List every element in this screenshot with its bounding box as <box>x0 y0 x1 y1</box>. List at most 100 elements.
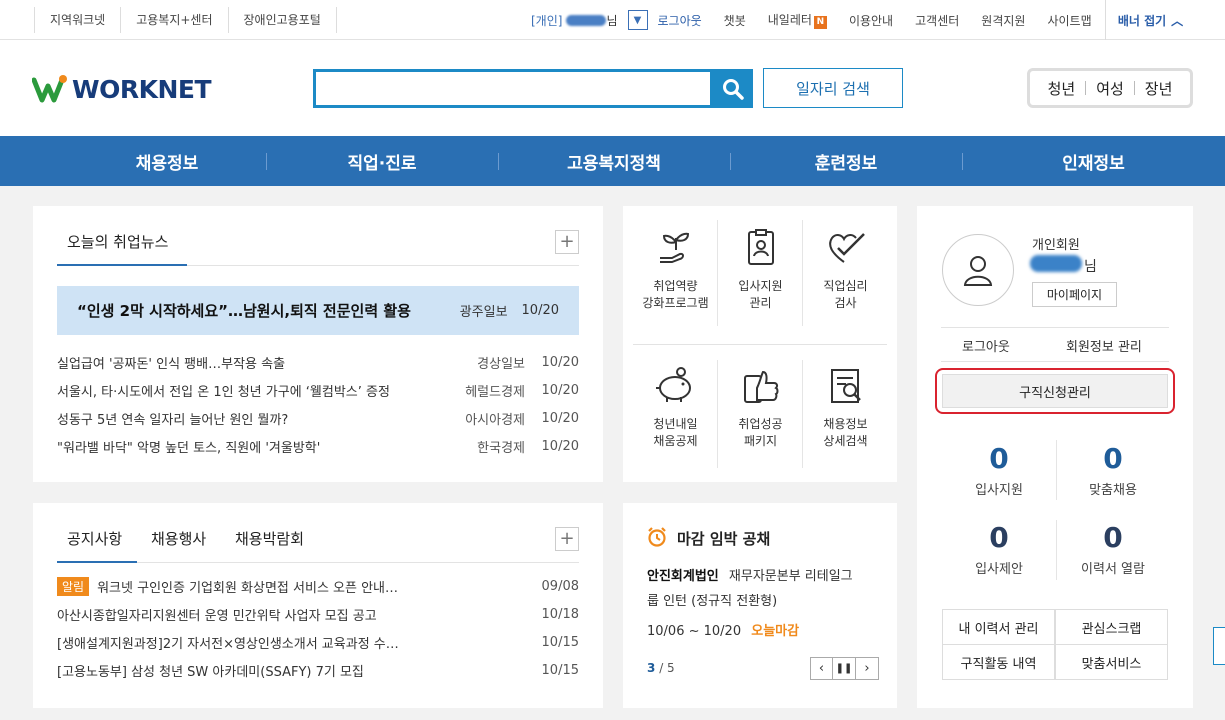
link-sitemap[interactable]: 사이트맵 <box>1047 12 1091 29</box>
link-tomorrow-letter[interactable]: 내일레터 N <box>768 11 827 29</box>
news-item-date: 10/20 <box>541 382 579 398</box>
link-chatbot[interactable]: 챗봇 <box>724 12 746 29</box>
segment-divider <box>1133 81 1135 95</box>
member-info-link[interactable]: 회원정보 관리 <box>1066 336 1142 355</box>
deadline-company: 안진회계법인 <box>647 569 719 584</box>
news-item-source: 경상일보 <box>477 356 525 372</box>
link-disabled-portal[interactable]: 장애인고용포털 <box>227 7 337 33</box>
notice-item-title: 워크넷 구인인증 기업회원 화상면접 서비스 오픈 안내… <box>97 580 399 596</box>
deadline-job-posting[interactable]: 안진회계법인 재무자문본부 리테일그 룹 인턴 (정규직 전환형) <box>647 564 887 614</box>
deadline-desc-line2: 룹 인턴 (정규직 전환형) <box>647 594 778 609</box>
member-suffix: 님 <box>606 13 618 28</box>
banner-fold-button[interactable]: 배너 접기 ︿ <box>1105 0 1195 40</box>
pause-button[interactable]: ❚❚ <box>833 657 856 680</box>
segment-middle-aged[interactable]: 장년 <box>1145 78 1173 99</box>
nav-talent-info[interactable]: 인재정보 <box>962 136 1225 186</box>
deadline-period: 10/06 ~ 10/20 <box>647 624 742 639</box>
divider <box>137 562 579 563</box>
apply-manage-button[interactable]: 구직신청관리 <box>935 368 1175 414</box>
news-title[interactable]: 오늘의 취업뉴스 <box>67 231 168 252</box>
segment-divider <box>1085 81 1087 95</box>
notice-item[interactable]: [생애설계지원과정]2기 자서전×영상인생소개서 교육과정 수… 10/15 <box>57 628 579 656</box>
headline-date: 10/20 <box>521 303 559 318</box>
user-links: [개인] 님 ▼ 로그아웃 챗봇 내일레터 N 이용안내 고객센터 원격지원 사이… <box>531 0 1114 40</box>
prev-button[interactable]: ‹ <box>810 657 833 680</box>
quick-success-package[interactable]: 취업성공 패키지 <box>718 366 803 450</box>
link-guide[interactable]: 이용안내 <box>849 12 893 29</box>
pause-icon: ❚❚ <box>835 663 853 674</box>
headline-source: 광주일보 <box>459 305 508 320</box>
stat-offers-value[interactable]: 0 <box>944 521 1054 554</box>
news-item-source: 아시아경제 <box>465 412 525 428</box>
link-logout[interactable]: 로그아웃 <box>658 12 702 29</box>
logo-mark-icon <box>32 75 67 103</box>
news-item[interactable]: 성동구 5년 연속 일자리 늘어난 원인 뭘까? 아시아경제 10/20 <box>57 404 579 432</box>
logo-text: WORKNET <box>72 74 212 104</box>
deadline-title: 마감 임박 공채 <box>677 530 771 548</box>
notice-item-date: 10/18 <box>541 606 579 622</box>
link-remote-support[interactable]: 원격지원 <box>981 12 1025 29</box>
segment-youth[interactable]: 청년 <box>1048 78 1076 99</box>
deadline-period-row: 10/06 ~ 10/20 오늘마감 <box>647 620 799 639</box>
divider <box>633 344 887 345</box>
divider <box>941 361 1169 362</box>
quick-detailed-search[interactable]: 채용정보 상세검색 <box>803 366 888 450</box>
deadline-status: 오늘마감 <box>751 624 800 639</box>
custom-service-button[interactable]: 맞춤서비스 <box>1055 644 1168 680</box>
news-more-button[interactable]: + <box>555 230 579 254</box>
notice-more-button[interactable]: + <box>555 527 579 551</box>
scrap-button[interactable]: 관심스크랩 <box>1055 609 1168 645</box>
notice-item[interactable]: 아산시종합일자리지원센터 운영 민간위탁 사업자 모집 공고 10/18 <box>57 600 579 628</box>
worknet-logo[interactable]: WORKNET <box>32 70 212 108</box>
notice-item[interactable]: [고용노동부] 삼성 청년 SW 아카데미(SSAFY) 7기 모집 10/15 <box>57 656 579 684</box>
news-item-title: 성동구 5년 연속 일자리 늘어난 원인 뭘까? <box>57 412 289 428</box>
notice-item-title: [생애설계지원과정]2기 자서전×영상인생소개서 교육과정 수… <box>57 636 399 652</box>
link-regional-worknet[interactable]: 지역워크넷 <box>34 7 120 33</box>
nav-welfare-policy[interactable]: 고용복지정책 <box>498 136 730 186</box>
stat-resume-views-value[interactable]: 0 <box>1058 521 1168 554</box>
quick-label: 청년내일 채움공제 <box>653 417 698 448</box>
resume-manage-button[interactable]: 내 이력서 관리 <box>942 609 1055 645</box>
alert-badge: 알림 <box>57 576 90 596</box>
search-button[interactable] <box>713 69 753 108</box>
divider <box>1056 440 1057 500</box>
nav-recruitment-info[interactable]: 채용정보 <box>0 136 266 186</box>
news-item-title: 실업급여 '공짜돈' 인식 팽배…부작용 속출 <box>57 356 286 372</box>
news-headline[interactable]: “인생 2막 시작하세요”…남원시,퇴직 전문인력 활용 광주일보 10/20 <box>57 286 579 335</box>
segment-women[interactable]: 여성 <box>1096 78 1124 99</box>
search-input[interactable] <box>313 69 713 108</box>
notice-item-title: 아산시종합일자리지원센터 운영 민간위탁 사업자 모집 공고 <box>57 608 377 624</box>
job-activity-button[interactable]: 구직활동 내역 <box>942 644 1055 680</box>
link-employment-welfare-center[interactable]: 고용복지+센터 <box>120 7 227 33</box>
news-item[interactable]: 실업급여 '공짜돈' 인식 팽배…부작용 속출 경상일보 10/20 <box>57 348 579 376</box>
quick-training-program[interactable]: 취업역량 강화프로그램 <box>633 228 718 312</box>
chevron-left-icon: ‹ <box>818 661 825 676</box>
news-item[interactable]: 서울시, 타·시도에서 전입 온 1인 청년 가구에 ‘웰컴박스’ 증정 헤럴드… <box>57 376 579 404</box>
news-title-underline <box>57 264 187 266</box>
tab-notice[interactable]: 공지사항 <box>67 528 122 549</box>
next-button[interactable]: › <box>856 657 879 680</box>
member-suffix: 님 <box>1084 259 1097 275</box>
nav-training-info[interactable]: 훈련정보 <box>730 136 962 186</box>
top-utility-bar: 지역워크넷 고용복지+센터 장애인고용포털 [개인] 님 ▼ 로그아웃 챗봇 내… <box>0 0 1225 40</box>
news-item[interactable]: "워라밸 바닥" 악명 높던 토스, 직원에 '겨울방학' 한국경제 10/20 <box>57 432 579 460</box>
job-search-button[interactable]: 일자리 검색 <box>763 68 903 108</box>
stat-applications-value[interactable]: 0 <box>944 442 1054 475</box>
side-scroll-tab[interactable] <box>1213 627 1225 665</box>
divider <box>187 265 579 266</box>
quick-youth-savings[interactable]: 청년내일 채움공제 <box>633 366 718 450</box>
user-menu-dropdown[interactable]: ▼ <box>627 10 648 30</box>
news-item-source: 헤럴드경제 <box>465 384 525 400</box>
news-item-date: 10/20 <box>541 438 579 454</box>
tab-job-fairs[interactable]: 채용박람회 <box>235 528 304 549</box>
link-customer-center[interactable]: 고객센터 <box>915 12 959 29</box>
masked-username <box>566 14 607 26</box>
quick-application-manage[interactable]: 입사지원 관리 <box>718 228 803 312</box>
mypage-button[interactable]: 마이페이지 <box>1032 282 1117 307</box>
logout-link[interactable]: 로그아웃 <box>962 336 1010 355</box>
notice-item[interactable]: 알림 워크넷 구인인증 기업회원 화상면접 서비스 오픈 안내… 09/08 <box>57 572 579 600</box>
quick-psych-test[interactable]: 직업심리 검사 <box>803 228 888 312</box>
nav-career[interactable]: 직업·진로 <box>266 136 498 186</box>
stat-matched-value[interactable]: 0 <box>1058 442 1168 475</box>
tab-recruit-events[interactable]: 채용행사 <box>151 528 206 549</box>
